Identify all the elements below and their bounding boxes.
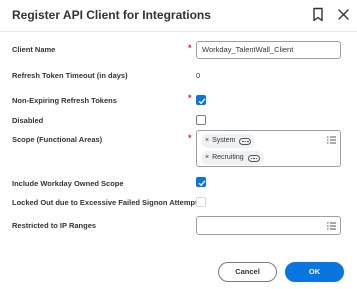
client-name-label: Client Name [12, 45, 56, 54]
required-indicator: * [188, 133, 192, 143]
related-actions-icon[interactable] [239, 137, 252, 145]
list-prompt-icon[interactable] [327, 222, 336, 230]
non-expiring-refresh-tokens-checkbox[interactable] [196, 95, 206, 105]
remove-chip-icon[interactable]: × [201, 151, 212, 165]
related-actions-icon[interactable] [247, 154, 260, 162]
checkmark-icon [198, 180, 206, 187]
include-workday-owned-scope-label: Include Workday Owned Scope [12, 179, 124, 188]
locked-out-label: Locked Out due to Excessive Failed Signo… [12, 198, 202, 207]
checkmark-icon [198, 98, 206, 105]
list-prompt-icon[interactable] [327, 136, 336, 144]
chip-label: Recruiting [212, 154, 244, 161]
client-name-input[interactable]: Workday_TalentWall_Client [196, 41, 341, 59]
refresh-token-timeout-value: 0 [196, 71, 201, 80]
refresh-token-timeout-label: Refresh Token Timeout (in days) [12, 71, 128, 80]
scope-chip-recruiting[interactable]: × Recruiting [201, 151, 264, 165]
cancel-button[interactable]: Cancel [218, 262, 277, 282]
close-icon[interactable] [337, 8, 350, 21]
non-expiring-refresh-tokens-label: Non-Expiring Refresh Tokens [12, 96, 117, 105]
scope-multiselect[interactable]: × System × Recruiting [196, 130, 341, 167]
include-workday-owned-scope-checkbox[interactable] [196, 177, 206, 187]
required-indicator: * [188, 43, 192, 53]
locked-out-checkbox [196, 197, 206, 207]
restricted-ip-ranges-label: Restricted to IP Ranges [12, 221, 97, 230]
disabled-checkbox[interactable] [196, 115, 206, 125]
bookmark-icon[interactable] [311, 7, 325, 22]
disabled-label: Disabled [12, 116, 44, 125]
scope-chip-system[interactable]: × System [201, 134, 256, 148]
ok-button[interactable]: OK [285, 262, 344, 282]
scope-label: Scope (Functional Areas) [12, 135, 103, 144]
required-indicator: * [188, 93, 192, 103]
remove-chip-icon[interactable]: × [201, 134, 212, 148]
header-divider [0, 31, 357, 32]
chip-label: System [212, 137, 236, 144]
dialog-title: Register API Client for Integrations [12, 8, 211, 22]
restricted-ip-ranges-input[interactable] [196, 216, 341, 235]
